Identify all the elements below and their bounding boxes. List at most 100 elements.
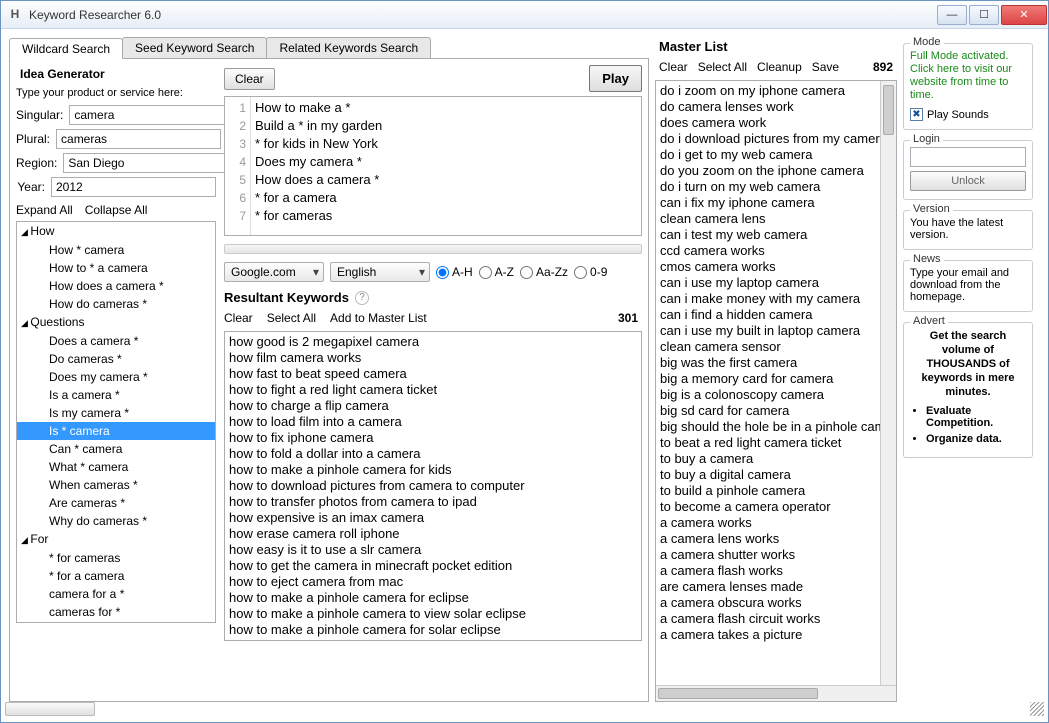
input-singular[interactable] xyxy=(69,105,234,125)
titlebar[interactable]: H Keyword Researcher 6.0 — ☐ ✕ xyxy=(1,1,1048,29)
play-sounds-checkbox[interactable]: ✖ Play Sounds xyxy=(910,108,1026,121)
seed-line[interactable]: How does a camera * xyxy=(255,171,637,189)
radio-az[interactable]: A-Z xyxy=(479,265,514,279)
master-item[interactable]: to buy a digital camera xyxy=(660,467,892,483)
tree-item[interactable]: camera for a * xyxy=(17,585,215,603)
master-item[interactable]: a camera works xyxy=(660,515,892,531)
splitter[interactable] xyxy=(224,244,642,254)
tree-item[interactable]: * for a camera xyxy=(17,567,215,585)
tree-item[interactable]: Can * camera xyxy=(17,440,215,458)
result-clear[interactable]: Clear xyxy=(224,311,253,325)
master-item[interactable]: a camera lens works xyxy=(660,531,892,547)
tree-group[interactable]: Questions xyxy=(17,313,215,332)
engine-select[interactable]: Google.com xyxy=(224,262,324,282)
master-item[interactable]: can i test my web camera xyxy=(660,227,892,243)
tree-item[interactable]: Is * camera xyxy=(17,422,215,440)
mode-link[interactable]: Full Mode activated. Click here to visit… xyxy=(910,50,1026,102)
master-item[interactable]: big sd card for camera xyxy=(660,403,892,419)
tree-item[interactable]: Do cameras * xyxy=(17,350,215,368)
result-add[interactable]: Add to Master List xyxy=(330,311,427,325)
seed-line[interactable]: * for kids in New York xyxy=(255,135,637,153)
master-item[interactable]: can i find a hidden camera xyxy=(660,307,892,323)
master-cleanup[interactable]: Cleanup xyxy=(757,60,802,74)
seed-line[interactable]: * for a camera xyxy=(255,189,637,207)
result-item[interactable]: how easy is it to use a slr camera xyxy=(229,542,637,558)
tree-item[interactable]: What * camera xyxy=(17,458,215,476)
result-item[interactable]: how to make a pinhole camera for kids xyxy=(229,462,637,478)
radio-09[interactable]: 0-9 xyxy=(574,265,607,279)
master-item[interactable]: big should the hole be in a pinhole came… xyxy=(660,419,892,435)
master-item[interactable]: do i get to my web camera xyxy=(660,147,892,163)
language-select[interactable]: English xyxy=(330,262,430,282)
master-item[interactable]: clean camera sensor xyxy=(660,339,892,355)
help-icon[interactable]: ? xyxy=(355,291,369,305)
result-item[interactable]: how good is 2 megapixel camera xyxy=(229,334,637,350)
result-item[interactable]: how to eject camera from mac xyxy=(229,574,637,590)
tree-item[interactable]: Does my camera * xyxy=(17,368,215,386)
master-item[interactable]: a camera flash works xyxy=(660,563,892,579)
master-item[interactable]: do i turn on my web camera xyxy=(660,179,892,195)
master-item[interactable]: does camera work xyxy=(660,115,892,131)
master-item[interactable]: can i use my built in laptop camera xyxy=(660,323,892,339)
master-item[interactable]: can i use my laptop camera xyxy=(660,275,892,291)
master-item[interactable]: a camera takes a picture xyxy=(660,627,892,643)
master-item[interactable]: clean camera lens xyxy=(660,211,892,227)
master-item[interactable]: big a memory card for camera xyxy=(660,371,892,387)
result-item[interactable]: how expensive is an imax camera xyxy=(229,510,637,526)
seed-text[interactable]: How to make a *Build a * in my garden* f… xyxy=(251,97,641,235)
close-button[interactable]: ✕ xyxy=(1001,5,1047,25)
result-item[interactable]: how fast to beat speed camera xyxy=(229,366,637,382)
master-item[interactable]: can i fix my iphone camera xyxy=(660,195,892,211)
input-year[interactable] xyxy=(51,177,216,197)
tree-item[interactable]: How does a camera * xyxy=(17,277,215,295)
minimize-button[interactable]: — xyxy=(937,5,967,25)
master-save[interactable]: Save xyxy=(812,60,839,74)
result-item[interactable]: how to make a pinhole camera for solar e… xyxy=(229,622,637,638)
result-item[interactable]: how to make a pinhole camera for eclipse xyxy=(229,590,637,606)
master-item[interactable]: to buy a camera xyxy=(660,451,892,467)
result-item[interactable]: how to load film into a camera xyxy=(229,414,637,430)
result-item[interactable]: how to fold a dollar into a camera xyxy=(229,446,637,462)
master-list[interactable]: do i zoom on my iphone camerado camera l… xyxy=(656,81,896,685)
tree-item[interactable]: Does a camera * xyxy=(17,332,215,350)
result-item[interactable]: how to get the camera in minecraft pocke… xyxy=(229,558,637,574)
master-item[interactable]: a camera flash circuit works xyxy=(660,611,892,627)
tab-wildcard[interactable]: Wildcard Search xyxy=(9,38,123,59)
result-item[interactable]: how to charge a flip camera xyxy=(229,398,637,414)
master-hscroll[interactable] xyxy=(656,685,896,701)
seed-line[interactable]: How to make a * xyxy=(255,99,637,117)
play-button[interactable]: Play xyxy=(589,65,642,92)
unlock-button[interactable]: Unlock xyxy=(910,171,1026,191)
tab-seed[interactable]: Seed Keyword Search xyxy=(122,37,267,58)
tree-item[interactable]: * for cameras xyxy=(17,549,215,567)
expand-all[interactable]: Expand All xyxy=(16,203,73,217)
tree-item[interactable]: Why do cameras * xyxy=(17,512,215,530)
seed-line[interactable]: * for cameras xyxy=(255,207,637,225)
input-region[interactable] xyxy=(63,153,228,173)
master-item[interactable]: big is a colonoscopy camera xyxy=(660,387,892,403)
tree-item[interactable]: Is a camera * xyxy=(17,386,215,404)
tree-item[interactable]: cameras for * xyxy=(17,603,215,621)
master-selectall[interactable]: Select All xyxy=(698,60,747,74)
input-plural[interactable] xyxy=(56,129,221,149)
result-item[interactable]: how to make a pinhole camera to view sol… xyxy=(229,606,637,622)
tree-item[interactable]: How do cameras * xyxy=(17,295,215,313)
collapse-all[interactable]: Collapse All xyxy=(85,203,148,217)
template-tree[interactable]: HowHow * cameraHow to * a cameraHow does… xyxy=(16,221,216,623)
resultant-list[interactable]: how good is 2 megapixel camerahow film c… xyxy=(224,331,642,641)
radio-ah[interactable]: A-H xyxy=(436,265,473,279)
tree-item[interactable]: How to * a camera xyxy=(17,259,215,277)
result-selectall[interactable]: Select All xyxy=(267,311,316,325)
result-item[interactable]: how to download pictures from camera to … xyxy=(229,478,637,494)
tree-item[interactable]: Is my camera * xyxy=(17,404,215,422)
master-clear[interactable]: Clear xyxy=(659,60,688,74)
master-item[interactable]: ccd camera works xyxy=(660,243,892,259)
master-item[interactable]: to build a pinhole camera xyxy=(660,483,892,499)
master-item[interactable]: a camera shutter works xyxy=(660,547,892,563)
tree-group[interactable]: How xyxy=(17,222,215,241)
login-input[interactable] xyxy=(910,147,1026,167)
master-item[interactable]: do you zoom on the iphone camera xyxy=(660,163,892,179)
result-item[interactable]: how erase camera roll iphone xyxy=(229,526,637,542)
radio-aazz[interactable]: Aa-Zz xyxy=(520,265,568,279)
tree-item[interactable]: How * camera xyxy=(17,241,215,259)
